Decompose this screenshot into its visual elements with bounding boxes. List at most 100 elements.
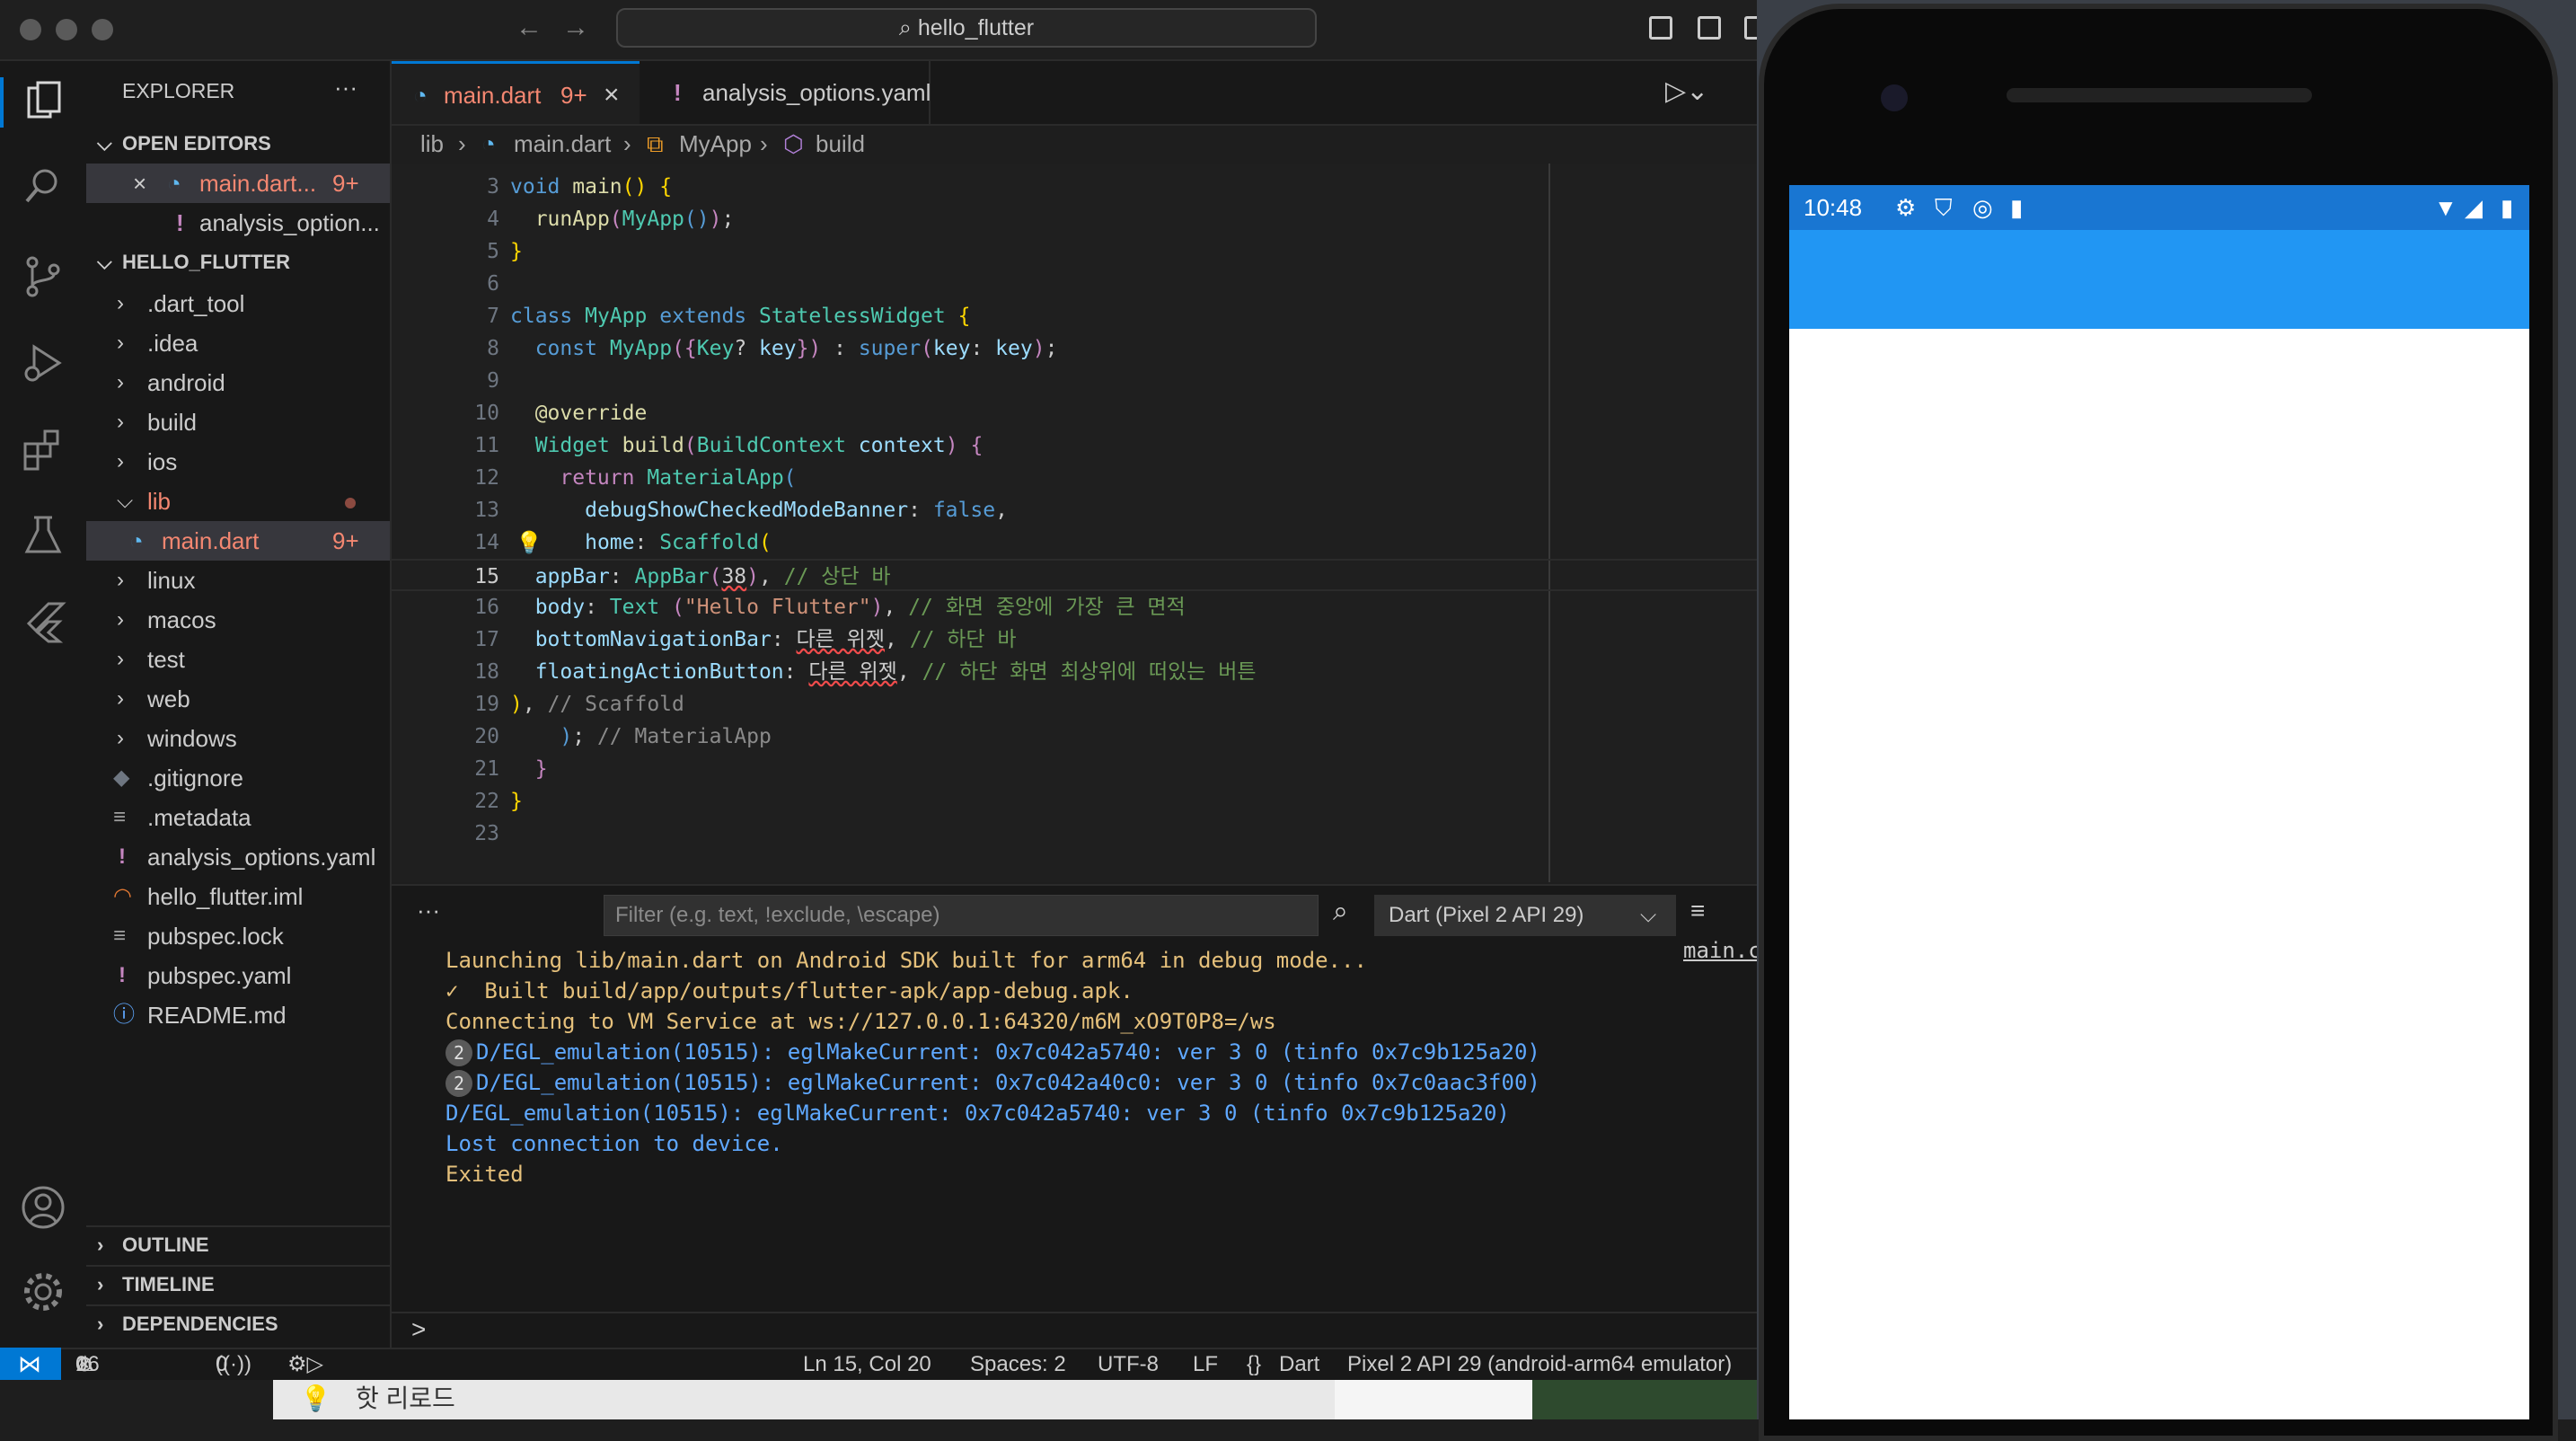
source-link[interactable]: main.c (1683, 938, 1761, 963)
tree-folder-macos[interactable]: › macos (86, 600, 390, 640)
breadcrumb-lib[interactable]: lib (420, 126, 444, 162)
toggle-sidebar-icon[interactable] (1649, 16, 1672, 40)
run-debug-icon[interactable] (18, 338, 68, 388)
dart-file-icon: ◔ (129, 527, 144, 554)
tree-folder-lib[interactable]: ⌵ lib (86, 482, 390, 521)
console-line: Exited (446, 1162, 524, 1187)
close-tab-button[interactable]: × (604, 64, 620, 127)
tab-main-dart[interactable]: ◔ main.dart 9+ × (392, 61, 640, 124)
code-line: } (510, 240, 523, 263)
console-input[interactable]: > (392, 1312, 1757, 1349)
line-number: 5 (487, 240, 499, 263)
breadcrumb-build[interactable]: build (816, 126, 865, 162)
repeat-count-badge: 2 (446, 1070, 472, 1097)
close-window-button[interactable] (20, 19, 41, 40)
breadcrumb-myapp[interactable]: MyApp (679, 126, 752, 162)
testing-icon[interactable] (18, 510, 68, 561)
remote-indicator[interactable]: ⋈ (0, 1348, 61, 1380)
tree-file-iml[interactable]: ◠ hello_flutter.iml (86, 877, 390, 916)
repeat-count-badge: 2 (446, 1039, 472, 1066)
lightbulb-icon: 💡 (300, 1384, 331, 1412)
tree-folder-android[interactable]: › android (86, 363, 390, 402)
code-line: ); // MaterialApp (560, 725, 772, 748)
code-line: const MyApp({Key? key}) : super(key: key… (534, 337, 1058, 360)
minimize-window-button[interactable] (56, 19, 77, 40)
breadcrumb-main-dart[interactable]: main.dart (514, 126, 611, 162)
tree-folder-build[interactable]: › build (86, 402, 390, 442)
toggle-panel-icon[interactable] (1698, 16, 1721, 40)
explorer-title: EXPLORER (122, 79, 235, 102)
chevron-right-icon: › (117, 686, 124, 711)
code-line: appBar: AppBar(38), // 상단 바 (534, 565, 891, 588)
open-editor-label: main.dart... (199, 170, 317, 197)
debug-session-select[interactable]: Dart (Pixel 2 API 29) ⌵ (1374, 895, 1676, 936)
open-editor-analysis-options[interactable]: ! analysis_option... (86, 203, 390, 243)
tree-file-readme[interactable]: ⓘ README.md (86, 995, 390, 1035)
encoding[interactable]: UTF-8 (1098, 1349, 1159, 1380)
back-arrow-icon[interactable]: ← (516, 13, 543, 43)
console-filter-input[interactable]: Filter (e.g. text, !exclude, \escape) (604, 895, 1319, 936)
background-window-strip (1532, 1378, 1757, 1419)
dart-file-icon: ◔ (481, 130, 496, 157)
project-header[interactable]: ⌵ HELLO_FLUTTER (86, 244, 390, 280)
source-control-icon[interactable] (18, 252, 68, 302)
app-body[interactable] (1789, 329, 2529, 1419)
tree-file-gitignore[interactable]: ◆ .gitignore (86, 758, 390, 798)
debug-status-icon[interactable]: ⚙▷ (287, 1349, 323, 1380)
accounts-icon[interactable] (18, 1182, 68, 1233)
open-editor-label: analysis_option... (199, 209, 380, 236)
tree-folder-test[interactable]: › test (86, 640, 390, 679)
search-icon[interactable] (18, 162, 68, 212)
chevron-right-icon: › (97, 1233, 104, 1256)
tree-file-main-dart[interactable]: ◔ main.dart 9+ (86, 521, 390, 561)
line-number: 13 (474, 499, 499, 522)
tree-file-pubspec-lock[interactable]: ≡ pubspec.lock (86, 916, 390, 956)
explorer-more-button[interactable]: ··· (334, 74, 357, 102)
language-mode[interactable]: Dart (1279, 1349, 1319, 1380)
timeline-header[interactable]: › TIMELINE (86, 1265, 390, 1303)
flutter-icon[interactable] (18, 597, 68, 647)
indentation[interactable]: Spaces: 2 (970, 1349, 1066, 1380)
console-line: Lost connection to device. (446, 1131, 783, 1156)
settings-gear-icon[interactable] (18, 1267, 68, 1317)
run-debug-dropdown-icon[interactable]: ▷⌄ (1665, 75, 1708, 107)
chevron-right-icon: › (117, 726, 124, 750)
android-status-bar: 10:48 ⚙ ⛉ ◎ ▮ ▼ ◢ ▮ (1789, 185, 2529, 230)
sd-card-icon: ▮ (2010, 194, 2024, 221)
tree-file-pubspec-yaml[interactable]: ! pubspec.yaml (86, 956, 390, 995)
tree-folder-linux[interactable]: › linux (86, 561, 390, 600)
zoom-window-button[interactable] (92, 19, 113, 40)
signal-icon: ◢ (2465, 194, 2483, 221)
chevron-right-icon: › (117, 331, 124, 355)
tree-folder-web[interactable]: › web (86, 679, 390, 719)
outline-header[interactable]: › OUTLINE (86, 1225, 390, 1263)
device-status[interactable]: Pixel 2 API 29 (android-arm64 emulator) (1347, 1349, 1732, 1380)
code-editor[interactable]: 3 void main() { 4 runApp(MyApp()); 5} 6 7… (392, 164, 1757, 882)
tree-file-metadata[interactable]: ≡ .metadata (86, 798, 390, 837)
tree-folder-dart-tool[interactable]: › .dart_tool (86, 284, 390, 323)
tree-folder-idea[interactable]: › .idea (86, 323, 390, 363)
open-editors-header[interactable]: ⌵ OPEN EDITORS (86, 126, 390, 162)
tree-folder-windows[interactable]: › windows (86, 719, 390, 758)
close-icon[interactable]: × (133, 164, 146, 203)
dependencies-header[interactable]: › DEPENDENCIES (86, 1304, 390, 1342)
open-editor-main-dart[interactable]: × ◔ main.dart... 9+ (86, 164, 390, 203)
explorer-icon[interactable] (0, 77, 70, 128)
end-of-line[interactable]: LF (1193, 1349, 1218, 1380)
forward-arrow-icon[interactable]: → (562, 13, 589, 43)
git-file-icon: ◆ (113, 765, 130, 790)
dart-file-icon: ◔ (413, 82, 428, 109)
command-center-search[interactable]: ⌕ hello_flutter (616, 8, 1317, 48)
tab-analysis-options[interactable]: ! analysis_options.yaml (641, 61, 931, 124)
clear-console-icon[interactable]: ≡ (1690, 897, 1705, 925)
chevron-down-icon: ⌵ (97, 251, 112, 273)
cursor-position[interactable]: Ln 15, Col 20 (803, 1349, 931, 1380)
filter-search-icon[interactable]: ⌕ (1333, 897, 1348, 927)
tree-file-analysis-options[interactable]: ! analysis_options.yaml (86, 837, 390, 877)
line-number: 20 (474, 725, 499, 748)
clock: 10:48 (1804, 194, 1863, 221)
text-file-icon: ≡ (113, 805, 127, 829)
panel-more-button[interactable]: ··· (417, 897, 440, 924)
tree-folder-ios[interactable]: › ios (86, 442, 390, 482)
extensions-icon[interactable] (18, 424, 68, 474)
